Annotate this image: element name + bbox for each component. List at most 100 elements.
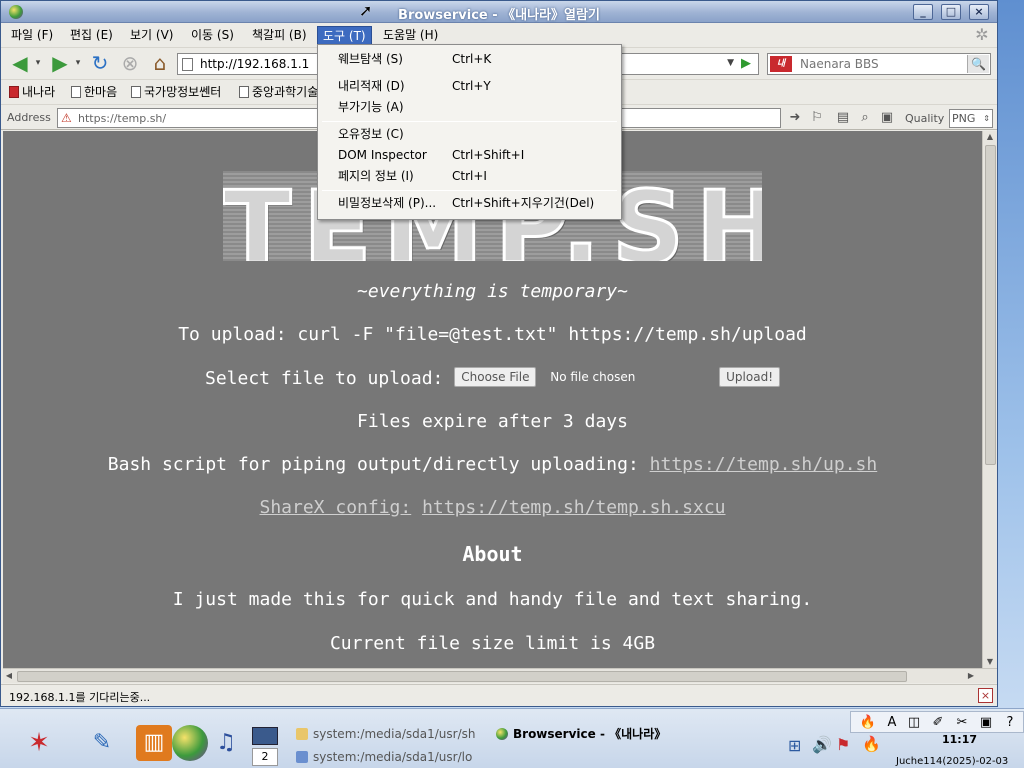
menu-edit[interactable]: 편집 (E) <box>65 26 118 45</box>
scroll-left-icon[interactable]: ◀ <box>3 670 15 682</box>
menu-item-error-console[interactable]: 오유정보 (C) <box>318 124 621 144</box>
folder-icon <box>296 751 308 763</box>
help-icon[interactable]: ? <box>1001 714 1019 732</box>
menu-item-dom-inspector[interactable]: DOM Inspector Ctrl+Shift+I <box>318 145 621 165</box>
about-text: I just made this for quick and handy fil… <box>172 589 813 610</box>
workspace-2[interactable]: 2 <box>252 748 278 766</box>
flame-icon[interactable]: 🔥 <box>859 714 877 732</box>
taskbar: ✶ ✎ ▥ ♫ 2 system:/media/sda1/usr/sh Brow… <box>0 708 1024 768</box>
edit-icon[interactable]: ✐ <box>929 714 947 732</box>
scroll-up-icon[interactable]: ▲ <box>983 131 997 143</box>
menu-tools[interactable]: 도구 (T) <box>317 26 372 45</box>
sharex-label-link[interactable]: ShareX config: <box>260 497 412 518</box>
menu-item-add-ons[interactable]: 부가기능 (A) <box>318 97 621 117</box>
close-icon[interactable]: × <box>978 688 993 703</box>
quality-select[interactable]: PNG ⇕ <box>949 109 993 128</box>
back-history-dropdown-icon[interactable]: ▾ <box>33 52 43 76</box>
menu-item-page-info[interactable]: 페지의 정보 (I) Ctrl+I <box>318 166 621 186</box>
vertical-scroll-thumb[interactable] <box>985 145 996 465</box>
menu-go[interactable]: 이동 (S) <box>186 26 239 45</box>
binoculars-icon[interactable]: ⌕ <box>857 110 873 126</box>
menu-bookmarks[interactable]: 책갈피 (B) <box>247 26 312 45</box>
menu-separator <box>322 190 617 191</box>
bookmark-label: 중앙과학기술 <box>252 85 319 99</box>
menu-separator <box>322 121 617 122</box>
tagline: ~everything is temporary~ <box>357 281 628 302</box>
upload-command: To upload: curl -F "file=@test.txt" http… <box>178 324 807 345</box>
clipboard-icon[interactable]: ▣ <box>879 110 895 126</box>
throbber-icon: ✲ <box>975 25 989 44</box>
scroll-down-icon[interactable]: ▼ <box>983 656 997 668</box>
menu-help[interactable]: 도움말 (H) <box>378 26 443 45</box>
clipboard-icon[interactable]: ▣ <box>977 714 995 732</box>
page-icon <box>239 86 249 98</box>
find-icon[interactable]: ▤ <box>835 110 851 126</box>
tools-menu-dropdown: 웨브탐색 (S) Ctrl+K 내리적재 (D) Ctrl+Y 부가기능 (A) 오… <box>317 44 622 220</box>
menu-item-web-search[interactable]: 웨브탐색 (S) Ctrl+K <box>318 49 621 69</box>
search-icon[interactable]: 🔍 <box>967 55 989 73</box>
close-button[interactable]: × <box>969 4 989 20</box>
url-history-dropdown-icon[interactable]: ▼ <box>727 58 734 68</box>
sharex-config-link[interactable]: https://temp.sh/temp.sh.sxcu <box>422 497 725 518</box>
tools-icon[interactable]: ✂ <box>953 714 971 732</box>
go-arrow-icon[interactable]: ➜ <box>787 110 803 126</box>
naenara-logo-icon[interactable]: 내 <box>770 56 792 72</box>
media-player-icon[interactable]: ♫ <box>208 725 244 761</box>
tray-panel: 🔥 A ◫ ✐ ✂ ▣ ? <box>850 711 1024 733</box>
window-icon[interactable]: ◫ <box>905 714 923 732</box>
browser-globe-icon[interactable] <box>172 725 208 761</box>
bookmark-icon[interactable]: ⚐ <box>809 110 825 126</box>
upload-button[interactable]: Upload! <box>719 367 780 387</box>
bookmark-national-network-center[interactable]: 국가망정보쎈터 <box>131 83 221 101</box>
start-menu-star-icon[interactable]: ✶ <box>10 725 68 761</box>
no-file-text: No file chosen <box>550 370 636 384</box>
bookmark-label: 국가망정보쎈터 <box>144 85 222 99</box>
volume-icon[interactable]: 🔊 <box>812 735 832 754</box>
workspace-1-icon[interactable] <box>252 727 278 745</box>
flag-icon[interactable]: ⚑ <box>836 735 850 754</box>
menu-view[interactable]: 보기 (V) <box>125 26 178 45</box>
menu-file[interactable]: 파일 (F) <box>6 26 58 45</box>
editor-icon[interactable]: ✎ <box>84 725 120 761</box>
home-icon[interactable]: ⌂ <box>147 52 173 76</box>
window-title: Browservice - 《내나라》열람기 <box>398 8 600 23</box>
bookmark-label: 내나라 <box>22 85 56 99</box>
task-file-manager-2[interactable]: system:/media/sda1/usr/lo <box>296 747 486 767</box>
bookmark-hanmaeum[interactable]: 한마음 <box>71 83 117 101</box>
file-manager-icon[interactable]: ▥ <box>136 725 172 761</box>
stop-icon[interactable]: ⊗ <box>117 52 143 76</box>
minimize-button[interactable]: _ <box>913 4 933 20</box>
go-arrow-icon[interactable]: ▶ <box>737 55 755 73</box>
broken-lock-icon: ⚠ <box>61 111 72 125</box>
reload-icon[interactable]: ↻ <box>87 52 113 76</box>
bookmark-central-science[interactable]: 중앙과학기술 <box>239 83 318 101</box>
task-file-manager-1[interactable]: system:/media/sda1/usr/sh <box>296 724 486 744</box>
clock[interactable]: 11:17 <box>942 733 977 746</box>
horizontal-scrollbar[interactable]: ◀ ▶ <box>3 668 997 683</box>
bash-row: Bash script for piping output/directly u… <box>3 454 982 475</box>
forward-history-dropdown-icon[interactable]: ▾ <box>73 52 83 76</box>
bash-text: Bash script for piping output/directly u… <box>107 454 639 475</box>
font-icon[interactable]: A <box>883 714 901 732</box>
choose-file-button[interactable]: Choose File <box>454 367 537 387</box>
vertical-scrollbar[interactable]: ▲ ▼ <box>982 131 997 668</box>
forward-arrow-icon[interactable]: ▶ <box>45 52 75 76</box>
back-arrow-icon[interactable]: ◀ <box>5 52 35 76</box>
bookmark-naenara[interactable]: 내나라 <box>9 83 55 101</box>
scroll-right-icon[interactable]: ▶ <box>965 670 977 682</box>
quality-label: Quality <box>905 112 945 125</box>
search-box[interactable]: 내 🔍 <box>767 53 991 75</box>
flame-icon[interactable]: 🔥 <box>862 735 881 753</box>
bookmark-label: 한마음 <box>84 85 118 99</box>
maximize-button[interactable]: □ <box>941 4 961 20</box>
browser-globe-icon <box>496 728 508 740</box>
upload-row: Select file to upload: Choose File No fi… <box>3 367 982 389</box>
network-icon[interactable]: ⊞ <box>788 736 801 755</box>
menu-item-clear-private-data[interactable]: 비밀정보삭제 (P)... Ctrl+Shift+지우기건(Del) <box>318 193 621 213</box>
horizontal-scroll-thumb[interactable] <box>17 671 907 682</box>
bash-script-link[interactable]: https://temp.sh/up.sh <box>650 454 878 475</box>
title-bar[interactable]: Browservice - 《내나라》열람기 _ □ × <box>1 1 997 23</box>
menu-item-downloads[interactable]: 내리적재 (D) Ctrl+Y <box>318 76 621 96</box>
task-browservice[interactable]: Browservice - 《내나라》 <box>496 724 692 744</box>
search-input[interactable] <box>800 55 960 73</box>
